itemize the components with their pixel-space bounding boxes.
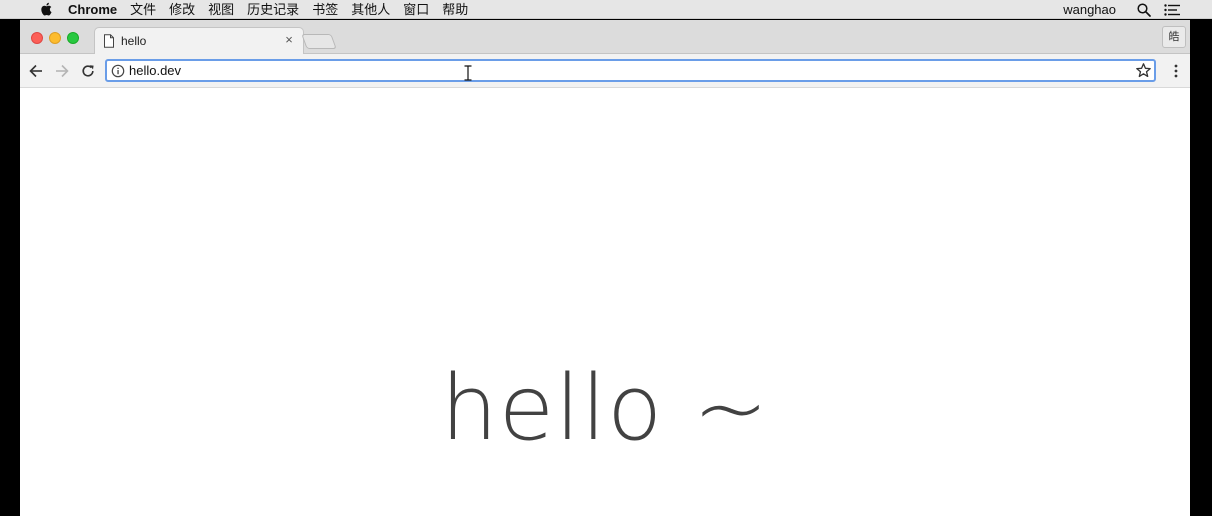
address-bar[interactable] — [105, 59, 1156, 82]
macos-menu-bar: Chrome 文件 修改 视图 历史记录 书签 其他人 窗口 帮助 wangha… — [0, 0, 1212, 19]
tab-title: hello — [121, 34, 147, 48]
browser-toolbar — [20, 54, 1190, 88]
apple-icon[interactable] — [35, 2, 57, 16]
menu-app-chrome[interactable]: Chrome — [68, 0, 117, 19]
window-close-button[interactable] — [31, 32, 43, 44]
menu-window[interactable]: 窗口 — [403, 0, 429, 19]
page-heading: hello ~ — [440, 356, 770, 461]
menu-file[interactable]: 文件 — [130, 0, 156, 19]
window-maximize-button[interactable] — [67, 32, 79, 44]
notification-list-icon[interactable] — [1162, 2, 1182, 18]
spotlight-search-icon[interactable] — [1134, 2, 1154, 18]
tab-strip: hello × 皓 — [20, 20, 1190, 55]
menu-people[interactable]: 其他人 — [351, 0, 390, 19]
profile-button[interactable]: 皓 — [1162, 26, 1186, 48]
tab-close-icon[interactable]: × — [283, 32, 295, 47]
forward-arrow-icon[interactable] — [52, 61, 72, 81]
browser-window: hello × 皓 hello.dev hello ~ — [20, 20, 1190, 516]
tab-hello[interactable]: hello × — [94, 27, 304, 55]
menubar-status-area: wanghao — [1063, 0, 1212, 19]
new-tab-button[interactable] — [301, 34, 337, 49]
document-icon — [103, 34, 115, 48]
url-input[interactable] — [129, 61, 1129, 80]
window-minimize-button[interactable] — [49, 32, 61, 44]
reload-icon[interactable] — [78, 61, 98, 81]
back-arrow-icon[interactable] — [26, 61, 46, 81]
menubar-username[interactable]: wanghao — [1063, 0, 1116, 19]
star-icon[interactable] — [1135, 62, 1152, 79]
page-content: hello ~ — [20, 89, 1190, 516]
menu-edit[interactable]: 修改 — [169, 0, 195, 19]
menu-bookmarks[interactable]: 书签 — [312, 0, 338, 19]
info-icon[interactable] — [111, 64, 125, 78]
menu-view[interactable]: 视图 — [208, 0, 234, 19]
menu-history[interactable]: 历史记录 — [247, 0, 299, 19]
kebab-menu-icon[interactable] — [1168, 62, 1184, 80]
menu-help[interactable]: 帮助 — [442, 0, 468, 19]
text-cursor-icon — [463, 65, 473, 81]
